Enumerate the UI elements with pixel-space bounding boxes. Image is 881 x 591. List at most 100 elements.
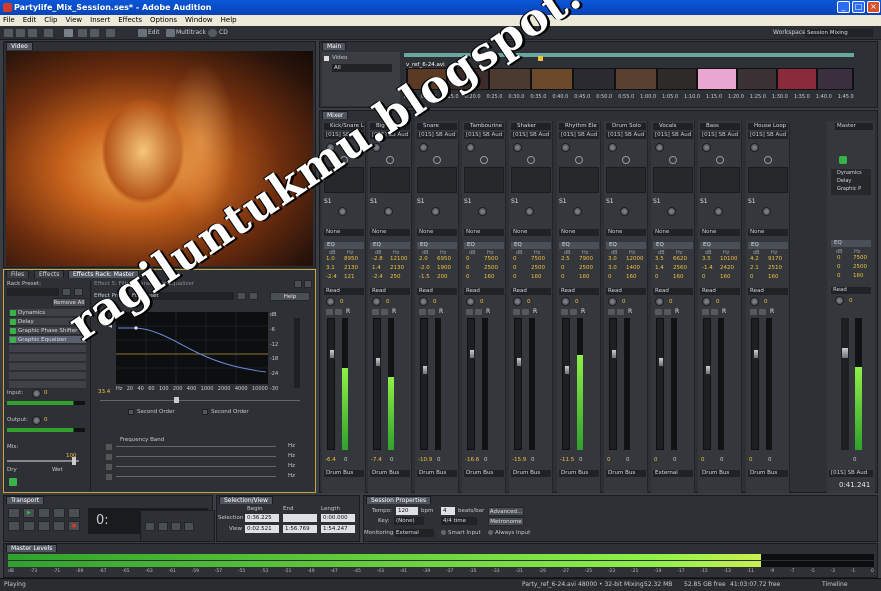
zoom-full-icon[interactable] (171, 522, 181, 531)
second-order-checkbox[interactable] (128, 409, 134, 415)
eq-freq-low[interactable]: 250 (390, 274, 401, 281)
automation-read-select[interactable]: Read (370, 288, 410, 295)
tempo-field[interactable]: 120 (396, 507, 418, 515)
eq-freq-high[interactable]: 12000 (626, 256, 644, 263)
eq-freq-high[interactable]: 6950 (437, 256, 451, 263)
automation-read-select[interactable]: Read (324, 288, 364, 295)
eq-gain-mid[interactable]: 2.1 (750, 265, 759, 272)
send-knob[interactable] (384, 207, 393, 216)
automation-read-select[interactable]: Read (511, 288, 551, 295)
track-input-select[interactable]: [01S] SB Aud (559, 132, 599, 139)
solo-button[interactable] (335, 309, 342, 315)
solo-button[interactable] (759, 309, 766, 315)
mute-button[interactable] (608, 309, 615, 315)
pan-knob[interactable] (326, 297, 335, 306)
track-power-icon[interactable] (716, 156, 724, 164)
input-gain-knob[interactable] (702, 143, 711, 152)
track-input-select[interactable]: [01S] SB Aud (511, 132, 551, 139)
mute-button[interactable] (750, 309, 757, 315)
eq-freq-mid[interactable]: 2420 (720, 265, 734, 272)
eq-freq-mid[interactable]: 1900 (437, 265, 451, 272)
menu-clip[interactable]: Clip (44, 15, 57, 26)
master-power-icon[interactable] (839, 156, 847, 164)
master-eq-button[interactable]: EQ (831, 240, 871, 247)
input-gain-knob[interactable] (561, 143, 570, 152)
record-button[interactable]: ● (68, 521, 80, 531)
fader-cap[interactable] (329, 349, 335, 359)
volume-fader[interactable] (467, 318, 475, 450)
track-power-icon[interactable] (527, 156, 535, 164)
eq-gain-low[interactable]: 0 (655, 274, 659, 281)
band-slider-3[interactable] (116, 466, 276, 467)
volume-fader[interactable] (703, 318, 711, 450)
track-power-icon[interactable] (386, 156, 394, 164)
band-checkbox-4[interactable] (106, 474, 112, 480)
output-bus-select[interactable]: External (653, 470, 693, 477)
effect-slot-8[interactable] (9, 372, 86, 380)
rewind-button[interactable] (23, 521, 35, 531)
track-name[interactable]: Drum Solo (606, 123, 646, 130)
selection-begin-field[interactable]: 0:36.225 (245, 514, 279, 522)
eq-graph[interactable] (116, 312, 268, 384)
eq-gain-low[interactable]: 0 (561, 274, 565, 281)
eq-gain-high[interactable]: 0 (466, 256, 470, 263)
fader-cap[interactable] (564, 365, 570, 375)
menu-insert[interactable]: Insert (90, 15, 110, 26)
track-input-select[interactable]: [01S] SB Aud (653, 132, 693, 139)
eq-freq-mid[interactable]: 1400 (626, 265, 640, 272)
tab-effects[interactable]: Effects (34, 270, 65, 278)
eq-freq-mid[interactable]: 2560 (673, 265, 687, 272)
volume-fader[interactable] (514, 318, 522, 450)
volume-fader[interactable] (562, 318, 570, 450)
track-effects-rack[interactable] (559, 167, 599, 193)
track-power-icon[interactable] (433, 156, 441, 164)
tab-selection-view[interactable]: Selection/View (219, 496, 273, 504)
eq-button[interactable]: EQ (464, 242, 504, 249)
track-power-icon[interactable] (764, 156, 772, 164)
solo-button[interactable] (522, 309, 529, 315)
eq-freq-mid[interactable]: 2500 (531, 265, 545, 272)
effect-close-icon[interactable] (304, 280, 312, 288)
eq-gain-mid[interactable]: -2.0 (419, 265, 430, 272)
output-bus-select[interactable]: Drum Bus (700, 470, 740, 477)
effect-delete-icon[interactable] (249, 292, 258, 300)
zoom-in-icon[interactable] (145, 522, 155, 531)
track-effects-rack[interactable] (370, 167, 410, 193)
track-effects-rack[interactable] (606, 167, 646, 193)
record-arm-button[interactable]: R (628, 308, 632, 315)
menu-options[interactable]: Options (150, 15, 177, 26)
solo-button[interactable] (711, 309, 718, 315)
eq-freq-high[interactable]: 9170 (768, 256, 782, 263)
send-bus-select[interactable]: None (748, 229, 788, 236)
band-slider-handle[interactable] (174, 397, 179, 403)
mute-button[interactable] (561, 309, 568, 315)
multitrack-view-button[interactable]: Multitrack (176, 26, 206, 40)
eq-gain-high[interactable]: -2.8 (372, 256, 383, 263)
track-effects-rack[interactable] (653, 167, 693, 193)
go-end-button[interactable] (53, 521, 65, 531)
eq-gain-low[interactable]: 0 (466, 274, 470, 281)
track-input-select[interactable]: [01S] SB Aud (748, 132, 788, 139)
power-icon[interactable] (10, 319, 16, 325)
menu-window[interactable]: Window (185, 15, 213, 26)
band-checkbox-1[interactable] (106, 444, 112, 450)
solo-button[interactable] (475, 309, 482, 315)
send-bus-select[interactable]: None (464, 229, 504, 236)
time-ruler[interactable]: hms 0:10.0 0:15.0 0:20.0 0:25.0 0:30.0 0:35.0 0… (404, 94, 854, 102)
eq-gain-high[interactable]: 1.0 (326, 256, 335, 263)
effect-slot-5[interactable] (9, 345, 86, 353)
solo-button[interactable] (428, 309, 435, 315)
close-button[interactable]: × (867, 1, 880, 13)
edit-view-button[interactable]: Edit (148, 26, 160, 40)
master-effect-item[interactable]: Graphic P (831, 185, 871, 193)
master-eq-gain[interactable]: 0 (837, 264, 841, 270)
tool-move-icon[interactable] (78, 29, 87, 37)
master-eq-gain[interactable]: 0 (837, 255, 841, 261)
pan-knob[interactable] (655, 297, 664, 306)
tab-video[interactable]: Video (6, 42, 33, 50)
automation-read-select[interactable]: Read (417, 288, 457, 295)
pan-knob[interactable] (608, 297, 617, 306)
track-input-select[interactable]: [01S] SB Aud (417, 132, 457, 139)
tool-select-icon[interactable] (64, 29, 73, 37)
master-eq-gain[interactable]: 0 (837, 273, 841, 279)
